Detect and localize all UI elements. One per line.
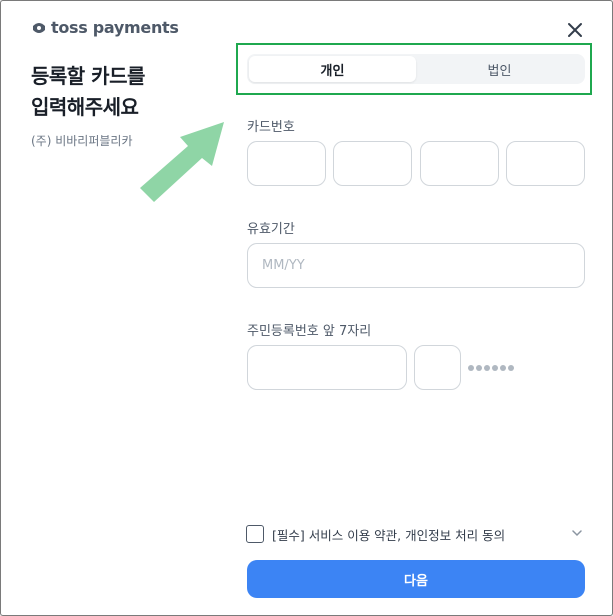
title-line-2: 입력해주세요 (31, 95, 139, 119)
mask-dot (500, 365, 506, 371)
customer-type-tabs: 개인 법인 (247, 54, 585, 84)
tab-personal[interactable]: 개인 (249, 56, 416, 82)
title-line-1: 등록할 카드를 (31, 64, 145, 88)
gender-digit-input[interactable] (414, 345, 461, 390)
expiry-label: 유효기간 (247, 222, 295, 237)
card-number-input-3[interactable] (420, 141, 499, 186)
tab-corporate[interactable]: 법인 (416, 56, 583, 82)
birthdate-input[interactable] (247, 345, 407, 390)
agreement-checkbox[interactable] (246, 525, 264, 543)
expiry-input[interactable]: MM/YY (247, 243, 585, 288)
card-number-input-4[interactable] (506, 141, 585, 186)
agreement-text[interactable]: [필수] 서비스 이용 약관, 개인정보 처리 동의 (272, 525, 505, 544)
merchant-name: (주) 비바리퍼블리카 (31, 134, 133, 148)
card-number-label: 카드번호 (247, 120, 295, 135)
mask-dot (468, 365, 474, 371)
card-number-input-2[interactable] (333, 141, 412, 186)
brand-name: toss payments (51, 18, 179, 37)
mask-dot (492, 365, 498, 371)
payment-dialog: toss payments 등록할 카드를 입력해주세요 (주) 비바리퍼블리카… (0, 0, 613, 616)
page-title: 등록할 카드를 입력해주세요 (31, 61, 145, 123)
agreement-row: [필수] 서비스 이용 약관, 개인정보 처리 동의 (246, 523, 586, 545)
card-number-input-1[interactable] (247, 141, 326, 186)
masked-digits (468, 365, 514, 371)
mask-dot (484, 365, 490, 371)
toss-logo-icon (33, 22, 45, 33)
close-icon[interactable] (565, 20, 585, 40)
next-button[interactable]: 다음 (247, 560, 585, 598)
expiry-placeholder: MM/YY (262, 258, 305, 273)
annotation-arrow-icon (140, 122, 224, 202)
mask-dot (476, 365, 482, 371)
brand: toss payments (31, 18, 179, 37)
mask-dot (508, 365, 514, 371)
chevron-down-icon[interactable] (572, 529, 582, 537)
resident-number-label: 주민등록번호 앞 7자리 (247, 324, 372, 339)
